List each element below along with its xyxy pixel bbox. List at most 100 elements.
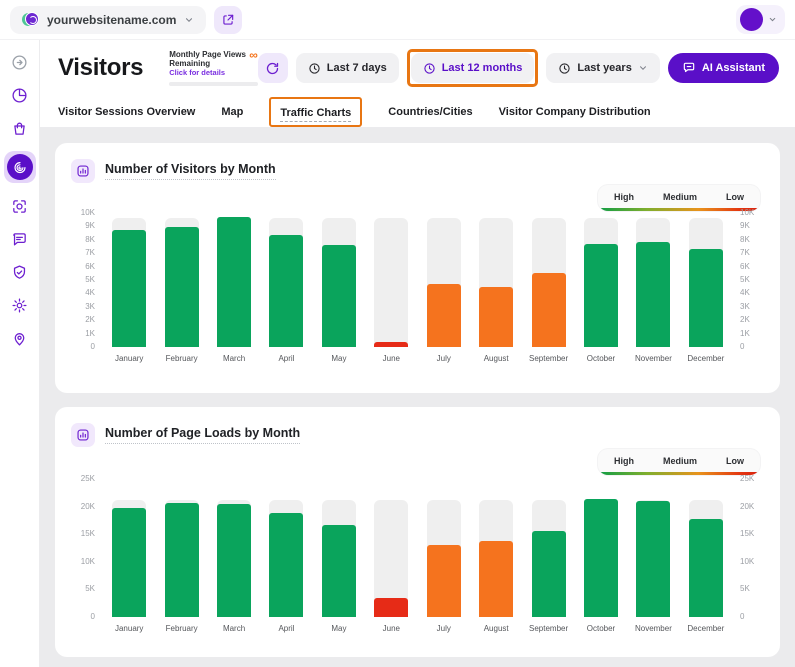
bar-high[interactable] [322, 525, 356, 617]
filter-last-7-days[interactable]: Last 7 days [296, 53, 399, 83]
y-axis-right: 25K20K15K10K5K0 [732, 479, 764, 617]
bar-high[interactable] [584, 244, 618, 347]
visitors-radar-icon [7, 154, 33, 180]
bar-group-january[interactable]: January [103, 479, 155, 633]
bar-group-september[interactable]: September [522, 479, 574, 633]
bar-high[interactable] [636, 501, 670, 617]
x-tick-label: January [103, 624, 155, 633]
refresh-button[interactable] [258, 53, 288, 83]
bar-high[interactable] [269, 235, 303, 347]
y-tick-label: 5K [85, 276, 95, 284]
location-pin-icon[interactable] [10, 328, 30, 348]
bar-medium[interactable] [479, 541, 513, 617]
traffic-level-legend: High Medium Low [598, 449, 760, 475]
filter-last-12-months[interactable]: Last 12 months [411, 53, 535, 83]
bar-group-march[interactable]: March [208, 479, 260, 633]
bar-group-october[interactable]: October [575, 213, 627, 363]
bar-group-july[interactable]: July [418, 479, 470, 633]
bar-high[interactable] [584, 499, 618, 617]
bar-group-august[interactable]: August [470, 479, 522, 633]
avatar [740, 8, 763, 31]
bar-high[interactable] [322, 245, 356, 347]
tab-visitor-company-distribution[interactable]: Visitor Company Distribution [499, 106, 651, 118]
legend-medium-label: Medium [663, 192, 697, 202]
bar-high[interactable] [689, 519, 723, 617]
x-tick-label: May [313, 354, 365, 363]
bar-group-june[interactable]: June [365, 479, 417, 633]
tab-map[interactable]: Map [221, 106, 243, 118]
ai-assistant-button[interactable]: AI Assistant [668, 53, 779, 83]
bar-high[interactable] [165, 227, 199, 347]
x-tick-label: June [365, 624, 417, 633]
account-menu[interactable] [736, 5, 785, 34]
y-tick-label: 15K [81, 530, 95, 538]
y-tick-label: 2K [740, 316, 750, 324]
topbar: yourwebsitename.com [0, 0, 795, 40]
bar-group-may[interactable]: May [313, 479, 365, 633]
y-tick-label: 8K [740, 236, 750, 244]
bar-high[interactable] [112, 230, 146, 347]
sidebar-item-visitors-active[interactable] [4, 151, 36, 183]
behavior-focus-icon[interactable] [10, 196, 30, 216]
chart-title: Number of Visitors by Month [105, 162, 276, 180]
bar-low[interactable] [374, 342, 408, 347]
bar-high[interactable] [269, 513, 303, 617]
ecommerce-bag-icon[interactable] [10, 118, 30, 138]
bar-medium[interactable] [427, 545, 461, 617]
x-tick-label: March [208, 354, 260, 363]
bar-high[interactable] [165, 503, 199, 617]
tab-visitor-sessions-overview[interactable]: Visitor Sessions Overview [58, 106, 195, 118]
privacy-shield-icon[interactable] [10, 262, 30, 282]
y-tick-label: 1K [85, 330, 95, 338]
bar-group-august[interactable]: August [470, 213, 522, 363]
bar-high[interactable] [689, 249, 723, 347]
website-selector[interactable]: yourwebsitename.com [10, 6, 206, 34]
bar-group-october[interactable]: October [575, 479, 627, 633]
external-link-icon [221, 13, 235, 27]
tab-traffic-charts[interactable]: Traffic Charts [280, 107, 351, 122]
filter-last-years-dropdown[interactable]: Last years [546, 53, 659, 83]
legend-high-label: High [614, 456, 634, 466]
collapse-arrow-icon[interactable] [10, 52, 30, 72]
y-tick-label: 20K [740, 503, 754, 511]
tab-countries-cities[interactable]: Countries/Cities [388, 106, 472, 118]
bar-group-november[interactable]: November [627, 479, 679, 633]
bar-high[interactable] [532, 531, 566, 617]
bar-medium[interactable] [532, 273, 566, 347]
bar-group-december[interactable]: December [680, 479, 732, 633]
analytics-pie-icon[interactable] [10, 85, 30, 105]
legend-high-label: High [614, 192, 634, 202]
bar-high[interactable] [217, 217, 251, 347]
bar-group-march[interactable]: March [208, 213, 260, 363]
quota-details-link[interactable]: Click for details [169, 68, 249, 77]
settings-gear-icon[interactable] [10, 295, 30, 315]
bar-group-february[interactable]: February [155, 213, 207, 363]
x-tick-label: January [103, 354, 155, 363]
bar-group-september[interactable]: September [522, 213, 574, 363]
page-views-quota[interactable]: Monthly Page Views Remaining Click for d… [169, 50, 258, 86]
bar-group-may[interactable]: May [313, 213, 365, 363]
bar-group-july[interactable]: July [418, 213, 470, 363]
bar-high[interactable] [217, 504, 251, 617]
chart-title: Number of Page Loads by Month [105, 426, 300, 444]
bar-medium[interactable] [479, 287, 513, 347]
y-tick-label: 6K [85, 263, 95, 271]
bar-group-april[interactable]: April [260, 213, 312, 363]
bar-high[interactable] [636, 242, 670, 347]
bar-group-november[interactable]: November [627, 213, 679, 363]
y-tick-label: 3K [740, 303, 750, 311]
y-tick-label: 0 [91, 613, 95, 621]
y-tick-label: 5K [740, 276, 750, 284]
bar-group-june[interactable]: June [365, 213, 417, 363]
bar-high[interactable] [112, 508, 146, 617]
y-tick-label: 4K [740, 289, 750, 297]
bar-group-april[interactable]: April [260, 479, 312, 633]
bar-group-january[interactable]: January [103, 213, 155, 363]
open-website-button[interactable] [214, 6, 242, 34]
bar-group-december[interactable]: December [680, 213, 732, 363]
communication-chat-icon[interactable] [10, 229, 30, 249]
bar-group-february[interactable]: February [155, 479, 207, 633]
bar-medium[interactable] [427, 284, 461, 347]
bar-low[interactable] [374, 598, 408, 617]
filter-label: Last years [577, 62, 631, 74]
